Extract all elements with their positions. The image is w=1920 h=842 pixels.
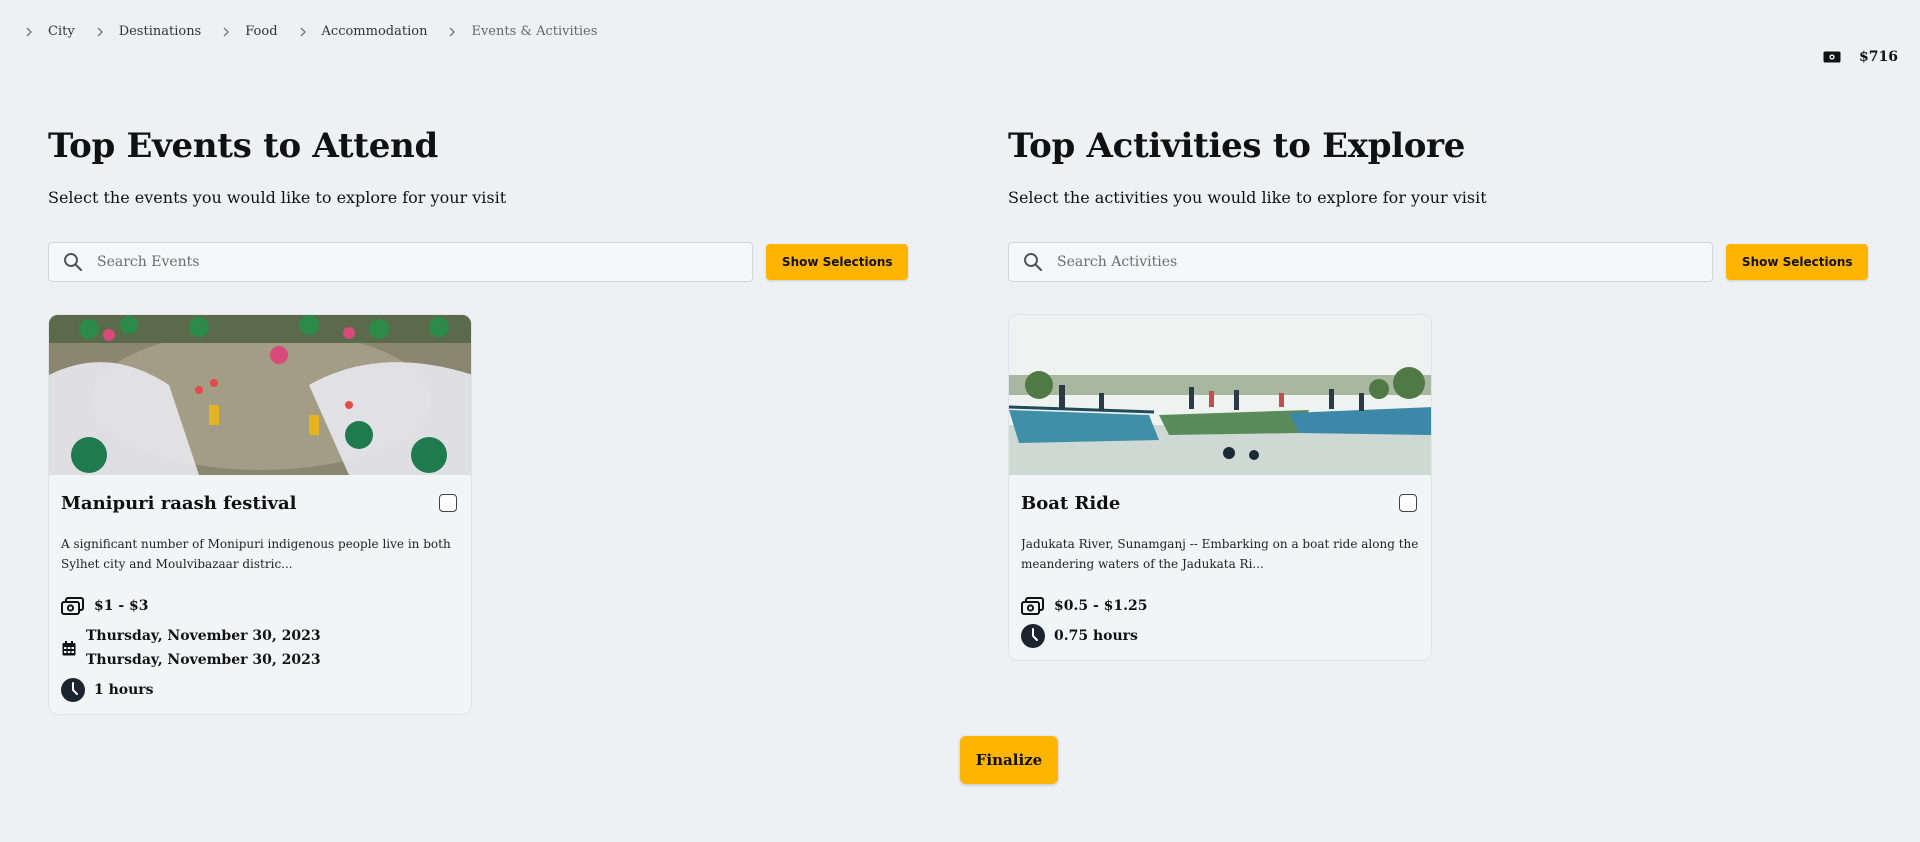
clock-icon <box>1021 624 1045 648</box>
event-duration-value: 1 hours <box>94 682 154 698</box>
event-dates: Thursday, November 30, 2023 Thursday, No… <box>61 624 459 672</box>
chevron-right-icon <box>298 27 308 37</box>
event-card: Manipuri raash festival A significant nu… <box>48 314 472 715</box>
activity-image <box>1009 315 1431 475</box>
event-duration: 1 hours <box>61 678 459 702</box>
budget-display: $716 <box>1823 49 1898 65</box>
search-icon <box>63 252 83 272</box>
events-show-selections-button[interactable]: Show Selections <box>766 244 908 280</box>
activities-section: Top Activities to Explore Select the act… <box>1008 124 1868 661</box>
money-icon <box>1823 51 1841 63</box>
breadcrumb-label: Events & Activities <box>471 24 598 39</box>
chevron-right-icon <box>221 27 231 37</box>
activity-price: $0.5 - $1.25 <box>1021 594 1419 618</box>
events-subheading: Select the events you would like to expl… <box>48 188 507 207</box>
search-icon <box>1023 252 1043 272</box>
activity-duration-value: 0.75 hours <box>1054 628 1138 644</box>
event-title: Manipuri raash festival <box>61 492 297 514</box>
calendar-icon <box>61 636 77 660</box>
chevron-right-icon <box>447 27 457 37</box>
breadcrumb-label: Accommodation <box>321 24 428 39</box>
event-description: A significant number of Monipuri indigen… <box>61 537 451 571</box>
event-date-start: Thursday, November 30, 2023 <box>86 628 321 644</box>
activity-title: Boat Ride <box>1021 492 1121 514</box>
finalize-button[interactable]: Finalize <box>960 736 1058 784</box>
activities-heading: Top Activities to Explore <box>1008 126 1466 166</box>
event-image <box>49 315 471 475</box>
breadcrumb: City Destinations Food Accommodation Eve… <box>24 24 617 39</box>
breadcrumb-item-events-activities: Events & Activities <box>447 24 617 39</box>
event-price: $1 - $3 <box>61 594 459 618</box>
events-search-row: Show Selections <box>48 242 908 282</box>
breadcrumb-item-accommodation[interactable]: Accommodation <box>298 24 448 39</box>
breadcrumb-label: Destinations <box>118 24 202 39</box>
budget-value: $716 <box>1859 49 1898 65</box>
clock-icon <box>61 678 85 702</box>
event-date-end: Thursday, November 30, 2023 <box>86 652 321 668</box>
money-icon <box>61 594 85 618</box>
breadcrumb-item-food[interactable]: Food <box>221 24 297 39</box>
events-heading: Top Events to Attend <box>48 126 438 166</box>
breadcrumb-label: Food <box>245 24 278 39</box>
activity-price-value: $0.5 - $1.25 <box>1054 598 1148 614</box>
chevron-right-icon <box>95 27 105 37</box>
events-search-box <box>48 242 754 282</box>
money-icon <box>1021 594 1045 618</box>
breadcrumb-item-destinations[interactable]: Destinations <box>95 24 222 39</box>
activities-show-selections-button[interactable]: Show Selections <box>1726 244 1868 280</box>
events-search-input[interactable] <box>95 253 699 271</box>
events-section: Top Events to Attend Select the events y… <box>48 124 908 715</box>
activity-description: Jadukata River, Sunamganj -- Embarking o… <box>1021 537 1419 571</box>
activity-card: Boat Ride Jadukata River, Sunamganj -- E… <box>1008 314 1432 661</box>
activities-search-row: Show Selections <box>1008 242 1868 282</box>
activities-search-box <box>1008 242 1714 282</box>
event-price-value: $1 - $3 <box>94 598 149 614</box>
activity-select-checkbox[interactable] <box>1399 494 1417 512</box>
activities-search-input[interactable] <box>1055 253 1659 271</box>
event-select-checkbox[interactable] <box>439 494 457 512</box>
breadcrumb-item-city[interactable]: City <box>24 24 95 39</box>
chevron-right-icon <box>24 27 34 37</box>
activity-duration: 0.75 hours <box>1021 624 1419 648</box>
activities-subheading: Select the activities you would like to … <box>1008 188 1487 207</box>
breadcrumb-label: City <box>48 24 75 39</box>
